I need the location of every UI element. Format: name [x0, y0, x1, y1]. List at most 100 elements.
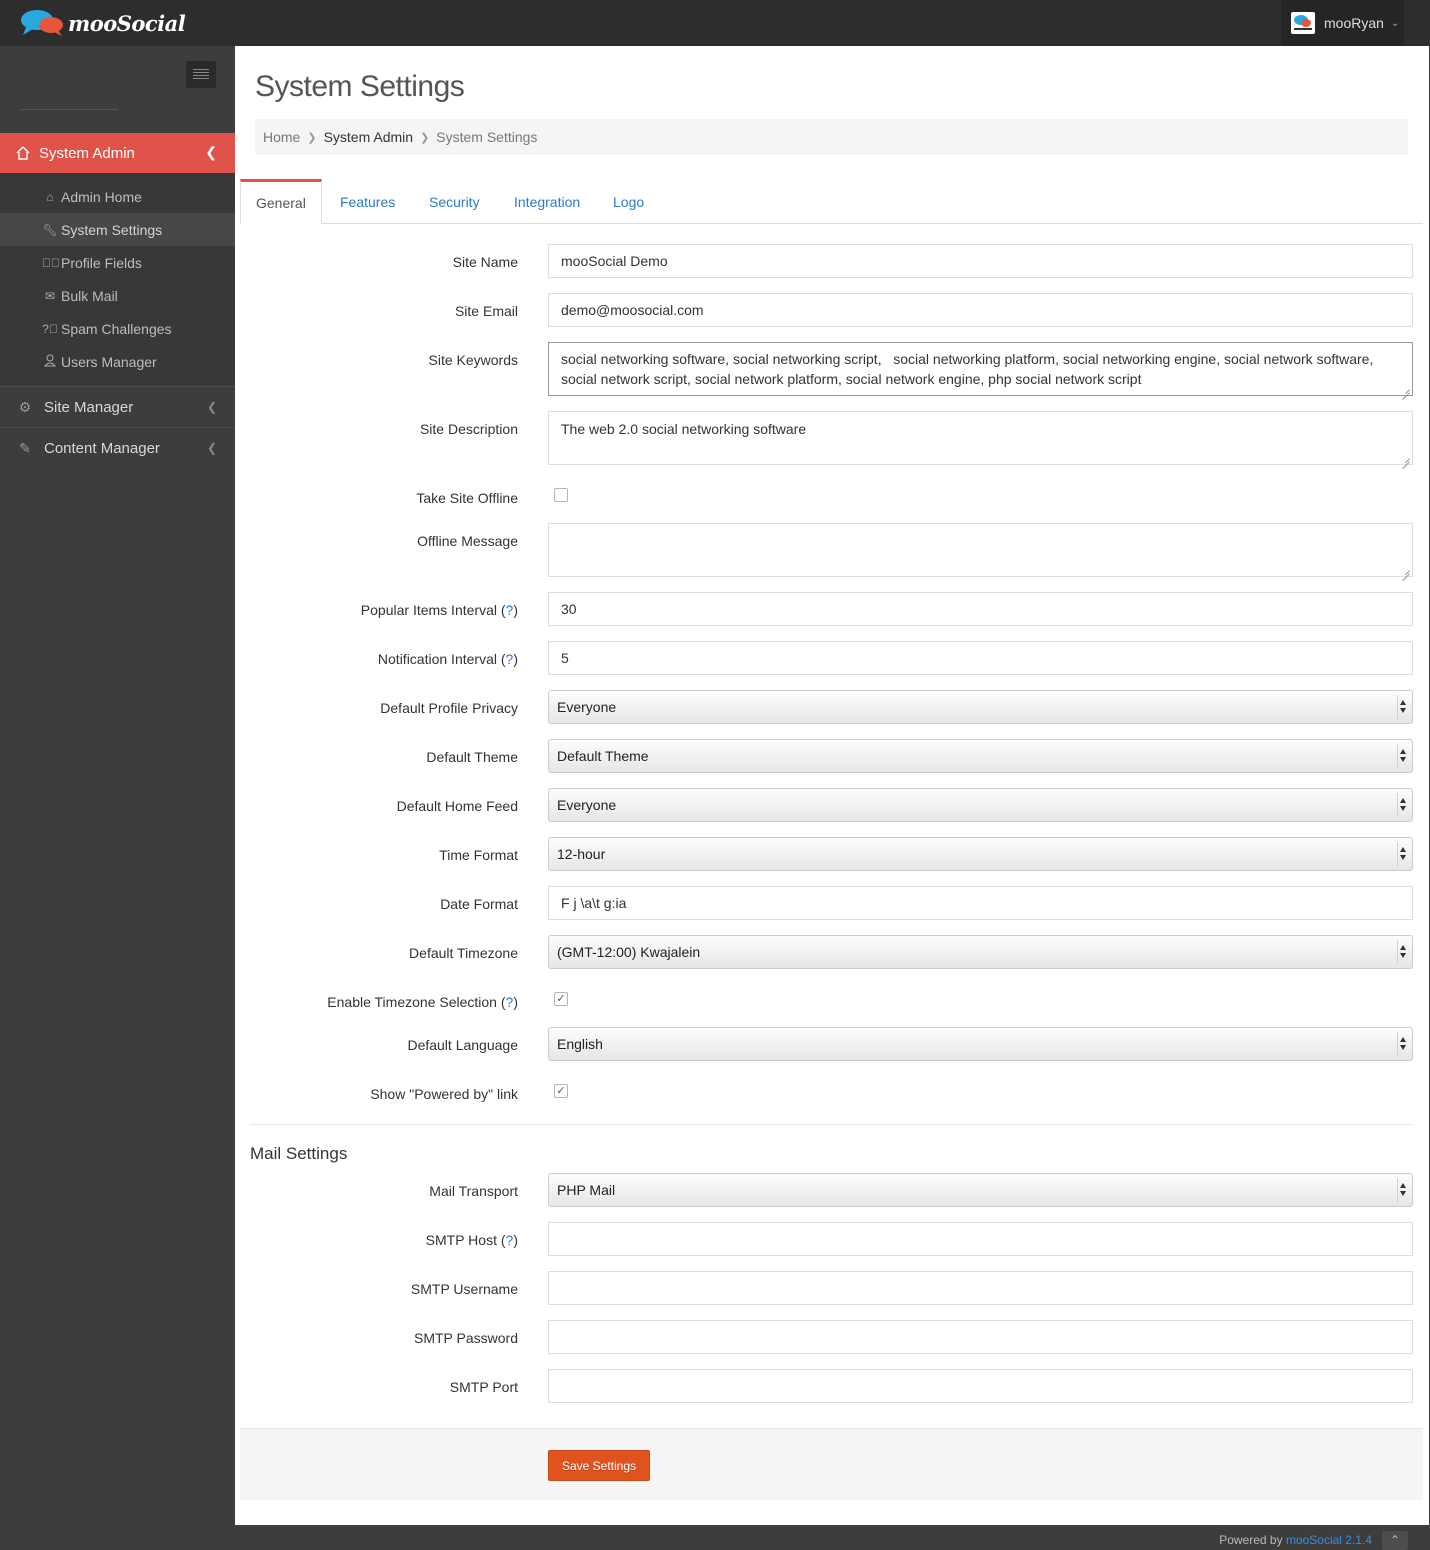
- menu-toggle-icon[interactable]: [186, 61, 216, 88]
- smtp-password-input[interactable]: [548, 1320, 1413, 1354]
- select-value: Everyone: [557, 699, 617, 715]
- popular-interval-label: Popular Items Interval (?): [360, 602, 518, 618]
- tab-general[interactable]: General: [240, 179, 322, 225]
- powered-by-checkbox[interactable]: ✓: [554, 1084, 568, 1098]
- sidebar-item-system-admin[interactable]: System Admin ❮: [0, 133, 235, 173]
- timezone-selection-label: Enable Timezone Selection (?): [327, 994, 518, 1010]
- language-label: Default Language: [407, 1037, 518, 1053]
- time-format-select[interactable]: 12-hour: [548, 837, 1413, 871]
- home-feed-select[interactable]: Everyone: [548, 788, 1413, 822]
- select-value: (GMT-12:00) Kwajalein: [557, 944, 701, 960]
- powered-by-label: Show "Powered by" link: [370, 1086, 518, 1102]
- profile-privacy-label: Default Profile Privacy: [380, 700, 518, 716]
- checkmark-icon: ✓: [556, 993, 566, 1005]
- profile-privacy-select[interactable]: Everyone: [548, 690, 1413, 724]
- chevron-left-icon: ❮: [206, 400, 217, 414]
- save-settings-button[interactable]: Save Settings: [548, 1450, 650, 1481]
- wrench-icon: 🔧︎: [42, 222, 58, 237]
- resize-grip-icon[interactable]: [1402, 566, 1410, 574]
- user-name: mooRyan: [1324, 15, 1384, 31]
- popular-interval-label-text: Popular Items Interval: [360, 602, 497, 618]
- select-divider: [1397, 793, 1398, 817]
- breadcrumb-home[interactable]: Home: [263, 129, 300, 145]
- sidebar-item-content-manager[interactable]: ✎ Content Manager ❮: [0, 427, 235, 468]
- check-circle-icon: ✓⃝: [42, 255, 60, 270]
- smtp-username-input[interactable]: [548, 1271, 1413, 1305]
- powered-by: Powered by mooSocial 2.1.4: [1219, 1533, 1372, 1547]
- site-name-input[interactable]: mooSocial Demo: [548, 244, 1413, 278]
- resize-grip-icon[interactable]: [1402, 454, 1410, 462]
- sidebar-item-profile-fields[interactable]: ✓⃝ Profile Fields: [0, 246, 235, 279]
- select-value: PHP Mail: [557, 1182, 616, 1198]
- site-keywords-line-2: social network script, social network pl…: [561, 371, 1142, 387]
- home-icon: ⌂: [46, 189, 54, 204]
- smtp-port-input[interactable]: [548, 1369, 1413, 1403]
- pencil-icon: ✎: [19, 439, 31, 456]
- help-link[interactable]: ?: [506, 994, 514, 1010]
- help-link[interactable]: ?: [506, 602, 514, 618]
- resize-grip-icon[interactable]: [1402, 385, 1410, 393]
- smtp-host-input[interactable]: [548, 1222, 1413, 1256]
- help-link[interactable]: ?: [506, 1232, 514, 1248]
- gears-icon: ⚙: [18, 398, 32, 415]
- sidebar-item-label: System Admin: [39, 144, 135, 162]
- mail-transport-select[interactable]: PHP Mail: [548, 1173, 1413, 1207]
- sidebar-item-admin-home[interactable]: ⌂ Admin Home: [0, 180, 235, 213]
- tab-security[interactable]: Security: [429, 179, 480, 224]
- sidebar-item-spam-challenges[interactable]: ?⃝ Spam Challenges: [0, 312, 235, 345]
- mail-settings-heading: Mail Settings: [250, 1144, 348, 1163]
- notification-interval-label: Notification Interval (?): [377, 651, 518, 667]
- sidebar-item-site-manager[interactable]: ⚙ Site Manager ❮: [0, 386, 235, 427]
- user-icon: [42, 354, 58, 370]
- notification-interval-input[interactable]: 5: [548, 641, 1413, 675]
- select-arrows-icon: [1399, 1036, 1408, 1052]
- sidebar-item-label: Bulk Mail: [61, 287, 118, 304]
- smtp-username-label: SMTP Username: [410, 1281, 518, 1297]
- brand-name: mooSocial: [68, 10, 186, 36]
- brand-logo[interactable]: mooSocial: [20, 8, 186, 38]
- select-value: 12-hour: [557, 846, 606, 862]
- sidebar-item-label: Users Manager: [61, 353, 157, 370]
- scroll-top-icon[interactable]: ⌃: [1382, 1531, 1408, 1550]
- sidebar-item-users-manager[interactable]: Users Manager: [0, 345, 235, 378]
- site-keywords-textarea[interactable]: social networking software, social netwo…: [548, 342, 1413, 396]
- tab-logo[interactable]: Logo: [613, 179, 644, 224]
- site-description-textarea[interactable]: The web 2.0 social networking software: [548, 411, 1413, 465]
- tab-integration[interactable]: Integration: [514, 179, 580, 224]
- select-divider: [1397, 695, 1398, 719]
- notification-interval-label-text: Notification Interval: [377, 651, 497, 667]
- select-arrows-icon: [1399, 748, 1408, 764]
- language-select[interactable]: English: [548, 1027, 1413, 1061]
- form-actions: Save Settings: [240, 1428, 1423, 1500]
- sidebar-item-system-settings[interactable]: 🔧︎ System Settings: [0, 213, 235, 246]
- envelope-icon: ✉: [44, 288, 56, 303]
- select-arrows-icon: [1399, 846, 1408, 862]
- breadcrumb-system-admin[interactable]: System Admin: [324, 129, 413, 145]
- site-email-input[interactable]: demo@moosocial.com: [548, 293, 1413, 327]
- avatar: [1291, 12, 1315, 34]
- select-divider: [1397, 1032, 1398, 1056]
- select-arrows-icon: [1399, 699, 1408, 715]
- powered-by-link[interactable]: mooSocial 2.1.4: [1286, 1533, 1372, 1547]
- popular-interval-input[interactable]: 30: [548, 592, 1413, 626]
- chevron-left-icon: ❮: [205, 144, 217, 160]
- timezone-select[interactable]: (GMT-12:00) Kwajalein: [548, 935, 1413, 969]
- offline-message-textarea[interactable]: [548, 523, 1413, 577]
- timezone-label: Default Timezone: [409, 945, 518, 961]
- main-content: System Settings Home ❯ System Admin ❯ Sy…: [235, 46, 1429, 1525]
- date-format-input[interactable]: F j \a\t g:ia: [548, 886, 1413, 920]
- smtp-password-label: SMTP Password: [414, 1330, 518, 1346]
- tab-features[interactable]: Features: [340, 179, 395, 224]
- home-feed-label: Default Home Feed: [396, 798, 518, 814]
- timezone-selection-checkbox[interactable]: ✓: [554, 992, 568, 1006]
- breadcrumb-current: System Settings: [436, 129, 538, 145]
- take-offline-checkbox[interactable]: [554, 488, 568, 502]
- chevron-right-icon: ❯: [307, 131, 317, 144]
- user-menu[interactable]: mooRyan ⌄: [1281, 0, 1404, 46]
- site-name-label: Site Name: [452, 254, 518, 270]
- chevron-left-icon: ❮: [206, 441, 217, 455]
- section-divider: [250, 1124, 1413, 1125]
- theme-select[interactable]: Default Theme: [548, 739, 1413, 773]
- help-link[interactable]: ?: [506, 651, 514, 667]
- sidebar-item-bulk-mail[interactable]: ✉ Bulk Mail: [0, 279, 235, 312]
